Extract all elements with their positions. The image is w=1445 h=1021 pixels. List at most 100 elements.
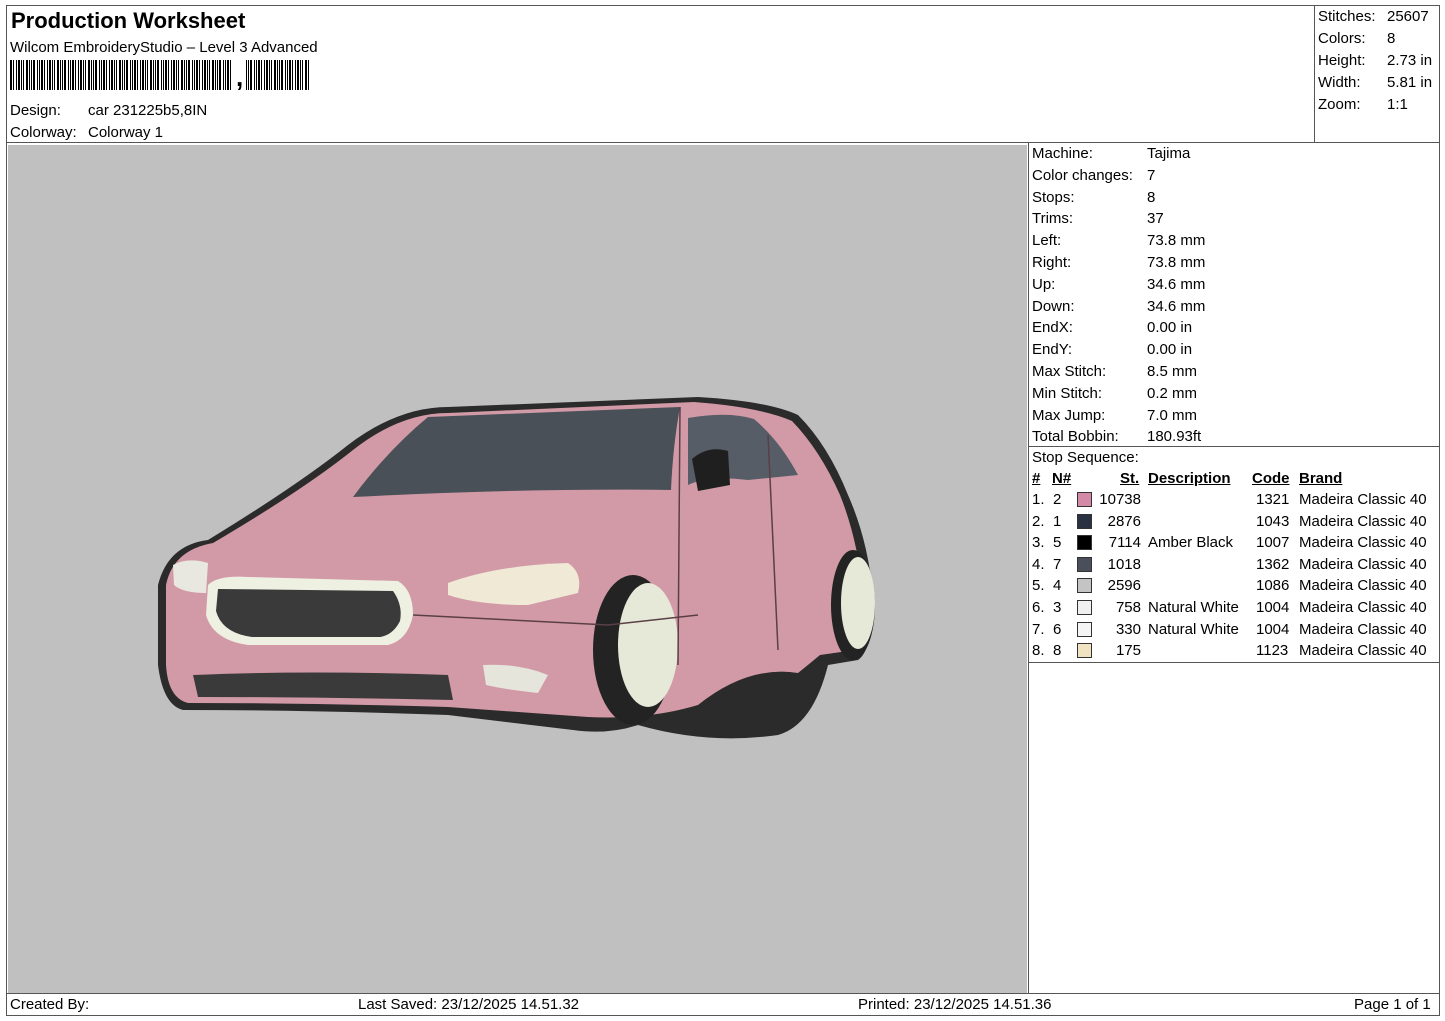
stop-sequence-title: Stop Sequence: [1032,449,1139,466]
row-index: 6. [1032,599,1045,616]
barcode-bar [287,60,288,90]
barcode-bar [16,60,17,90]
barcode-bar [212,60,214,90]
machine-info-label: EndX: [1032,319,1073,337]
page-title: Production Worksheet [11,8,246,33]
row-code: 1043 [1256,512,1290,530]
row-brand: Madeira Classic 40 [1299,577,1427,595]
barcode-bar [52,60,53,90]
barcode-bar [285,60,286,90]
row-code: 1007 [1256,534,1290,552]
row-code: 1321 [1256,491,1290,508]
row-brand: Madeira Classic 40 [1299,599,1427,616]
barcode-bar [80,60,82,90]
row-code: 1086 [1256,577,1290,595]
barcode-bar [305,60,307,90]
machine-info-label: Up: [1032,275,1056,293]
row-index: 1. [1032,491,1045,508]
barcode-bar [256,60,257,90]
summary-label: Width: [1318,74,1361,91]
row-needle: 6 [1053,620,1062,638]
row-needle: 2 [1053,491,1062,508]
barcode-bar [13,60,14,90]
machine-divider [1028,446,1439,447]
barcode-bar [93,60,94,90]
barcode-bar [62,60,63,90]
printed-date: Printed: 23/12/2025 14.51.36 [858,996,1052,1013]
barcode-bar [31,60,32,90]
barcode-bar [49,60,51,90]
summary-label: Zoom: [1318,96,1361,113]
barcode-bar [85,60,86,90]
barcode-suffix: , [236,62,244,92]
barcode-bar [75,60,76,90]
barcode-bar [215,60,216,90]
summary-label: Colors: [1318,30,1366,47]
machine-info-label: Machine: [1032,145,1093,162]
barcode-bar [103,60,105,90]
barcode-bar [261,60,262,90]
row-description: Natural White [1148,599,1239,616]
barcode-bar [33,60,35,90]
barcode-bar [83,60,84,90]
barcode-bar [37,60,38,90]
barcode-bar [47,60,48,90]
panel-divider [1028,142,1029,993]
barcode-bar [122,60,123,90]
machine-info-value: 73.8 mm [1147,254,1206,271]
row-brand: Madeira Classic 40 [1299,555,1427,573]
barcode-bar [295,60,296,90]
barcode-bar [130,60,131,90]
barcode-bar [219,60,221,90]
machine-info-label: Total Bobbin: [1032,428,1119,446]
barcode-bar [157,60,159,90]
barcode-bar [116,60,117,90]
barcode-bar [186,60,187,90]
row-description: Natural White [1148,620,1239,638]
machine-info-value: 0.00 in [1147,319,1193,337]
barcode-bar [161,60,162,90]
barcode-bar [142,60,144,90]
barcode-bar [269,60,270,90]
page-number: Page 1 of 1 [1354,996,1431,1013]
machine-info-label: EndY: [1032,341,1073,359]
barcode-bar [91,60,92,90]
design-label: Design: [10,102,61,119]
row-stitches: 10738 [1099,491,1141,508]
barcode-bar [163,60,164,90]
barcode-bar [153,60,154,90]
car-embroidery-image [158,397,875,739]
barcode-bar [106,60,107,90]
design-value: car 231225b5,8IN [88,102,208,119]
barcode-bar [18,60,20,90]
machine-info-value: 37 [1147,210,1164,228]
barcode-bar [302,60,303,90]
barcode-bar [173,60,175,90]
row-stitches: 1018 [1107,555,1141,573]
machine-info-label: Trims: [1032,210,1074,228]
barcode-bar [126,60,128,90]
barcode-bar [23,60,24,90]
row-brand: Madeira Classic 40 [1299,534,1427,552]
barcode-bar [99,60,100,90]
summary-label: Stitches: [1318,8,1376,25]
barcode-bar [29,60,30,90]
barcode-bar [101,60,102,90]
summary-value: 25607 [1387,8,1429,25]
barcode-bar [196,60,198,90]
barcode-bar [188,60,190,90]
barcode-bar [140,60,141,90]
barcode-bar [137,60,138,90]
last-saved: Last Saved: 23/12/2025 14.51.32 [358,996,580,1013]
barcode [10,60,309,90]
row-stitches: 2596 [1107,577,1141,595]
row-code: 1004 [1256,620,1290,638]
barcode-bar [57,60,59,90]
barcode-bar [264,60,265,90]
barcode-bar [308,60,309,90]
summary-divider [1314,5,1315,142]
barcode-bar [250,60,252,90]
row-stitches: 758 [1115,599,1141,616]
col-n: N# [1052,470,1072,487]
barcode-bar [168,60,169,90]
